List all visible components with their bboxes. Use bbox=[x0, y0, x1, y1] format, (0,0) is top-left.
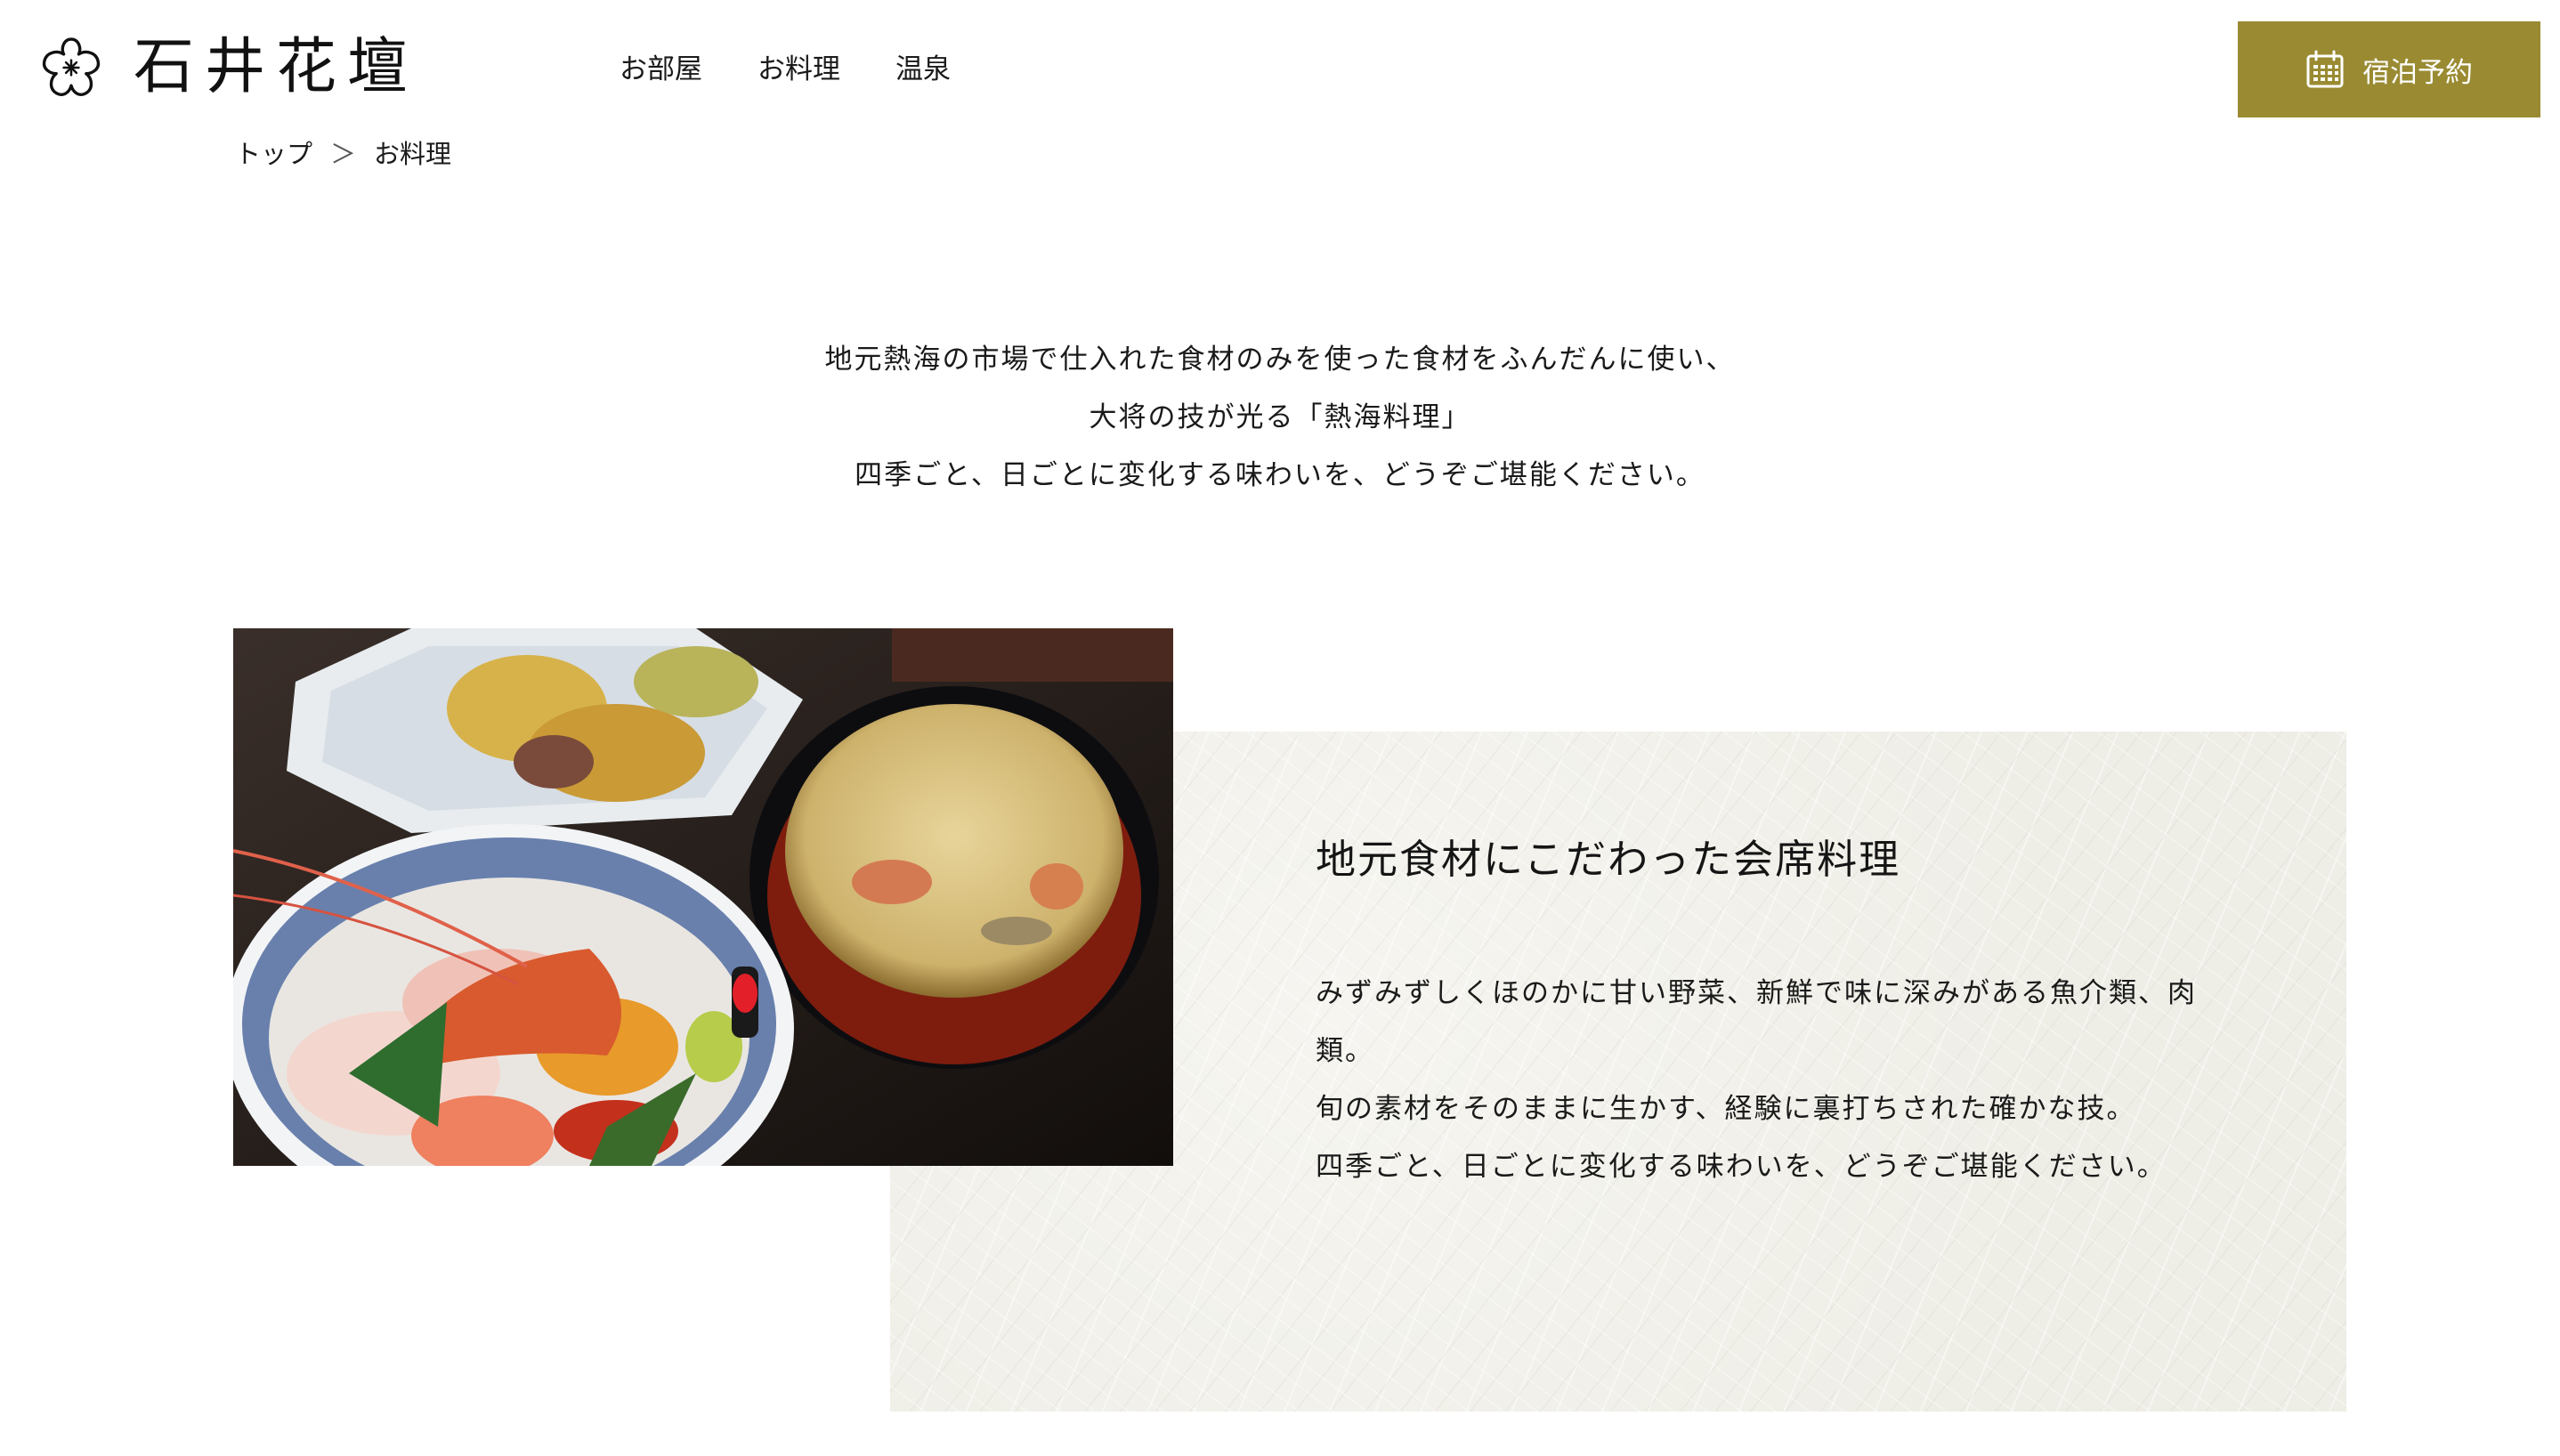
site-title: 石井花壇 bbox=[134, 32, 419, 102]
intro-text: 地元熱海の市場で仕入れた食材のみを使った食材をふんだんに使い、 大将の技が光る「… bbox=[0, 331, 2560, 505]
intro-line: 四季ごと、日ごとに変化する味わいを、どうぞご堪能ください。 bbox=[855, 459, 1705, 491]
feature-line: みずみずしくほのかに甘い野菜、新鮮で味に深みがある魚介類、肉 bbox=[1316, 977, 2197, 1009]
intro-line: 大将の技が光る「熱海料理」 bbox=[1089, 401, 1471, 433]
breadcrumb-home[interactable]: トップ bbox=[235, 133, 312, 171]
food-photo bbox=[233, 628, 1173, 1166]
breadcrumb: トップ ＞ お料理 bbox=[235, 133, 451, 171]
nav-item-cuisine[interactable]: お料理 bbox=[757, 50, 840, 89]
page: 石井花壇 お部屋 お料理 温泉 宿泊予約 トップ ＞ お料理 地元熱海の市場で仕… bbox=[0, 0, 2560, 1456]
feature-description: みずみずしくほのかに甘い野菜、新鮮で味に深みがある魚介類、肉 類。 旬の素材をそ… bbox=[1316, 965, 2206, 1196]
intro-line: 地元熱海の市場で仕入れた食材のみを使った食材をふんだんに使い、 bbox=[824, 344, 1736, 376]
sakura-flower-icon bbox=[42, 37, 101, 96]
breadcrumb-separator: ＞ bbox=[330, 139, 357, 169]
feature-line: 類。 bbox=[1316, 1035, 1374, 1067]
feature-line: 旬の素材をそのままに生かす、経験に裏打ちされた確かな技。 bbox=[1316, 1093, 2136, 1125]
reserve-button-label: 宿泊予約 bbox=[2362, 56, 2473, 89]
nav-item-rooms[interactable]: お部屋 bbox=[620, 50, 702, 89]
feature-line: 四季ごと、日ごとに変化する味わいを、どうぞご堪能ください。 bbox=[1316, 1151, 2167, 1183]
reserve-button[interactable]: 宿泊予約 bbox=[2238, 21, 2540, 117]
site-logo[interactable]: 石井花壇 bbox=[34, 30, 418, 105]
main-nav: お部屋 お料理 温泉 bbox=[620, 50, 951, 89]
nav-item-onsen[interactable]: 温泉 bbox=[895, 50, 951, 89]
calendar-icon bbox=[2306, 50, 2344, 88]
feature-title: 地元食材にこだわった会席料理 bbox=[1316, 836, 1901, 883]
breadcrumb-current: お料理 bbox=[374, 139, 452, 169]
